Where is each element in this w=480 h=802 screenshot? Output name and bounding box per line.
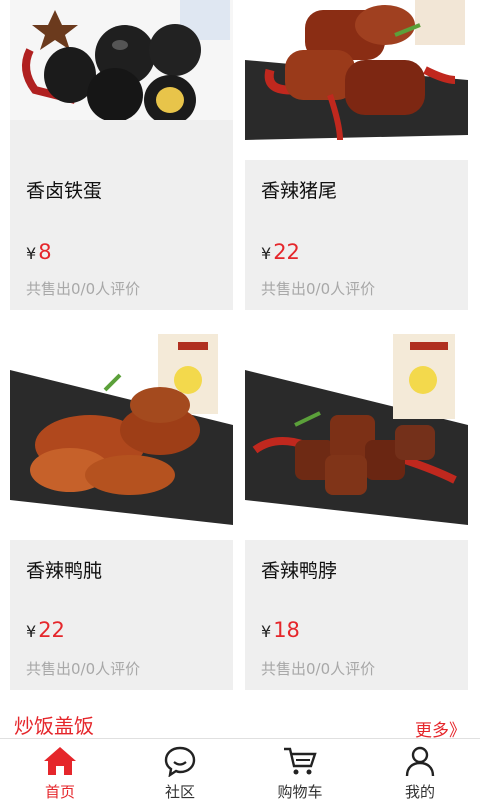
tab-cart[interactable]: 购物车 <box>240 739 360 801</box>
currency-symbol: ¥ <box>26 244 37 263</box>
sales-count: 共售出0/0人评价 <box>261 280 376 298</box>
product-name: 香辣猪尾 <box>261 180 338 202</box>
product-name: 香辣鸭肫 <box>26 560 103 582</box>
product-image-duck-neck <box>245 330 468 540</box>
price-value: 22 <box>273 240 300 264</box>
tab-mine[interactable]: 我的 <box>360 739 480 801</box>
product-price: ¥18 <box>261 618 300 642</box>
product-card-duck-neck[interactable]: 香辣鸭脖 ¥18 共售出0/0人评价 <box>245 330 468 690</box>
tab-home[interactable]: 首页 <box>0 739 120 801</box>
product-price: ¥22 <box>261 240 300 264</box>
sales-count: 共售出0/0人评价 <box>26 280 141 298</box>
home-icon <box>44 747 76 775</box>
product-name: 香辣鸭脖 <box>261 560 338 582</box>
chat-icon <box>164 746 196 777</box>
currency-symbol: ¥ <box>261 622 272 641</box>
product-card-eggs[interactable]: 香卤铁蛋 ¥8 共售出0/0人评价 <box>10 0 233 310</box>
bottom-tab-bar: 首页 社区 购物车 我的 <box>0 738 480 801</box>
user-icon <box>405 746 435 777</box>
currency-symbol: ¥ <box>261 244 272 263</box>
price-value: 18 <box>273 618 300 642</box>
section-title: 炒饭盖饭 <box>14 714 94 738</box>
product-image-duck-gizzard <box>10 330 233 540</box>
product-image-pork-tail <box>245 0 468 160</box>
product-card-duck-gizzard[interactable]: 香辣鸭肫 ¥22 共售出0/0人评价 <box>10 330 233 690</box>
product-price: ¥8 <box>26 240 52 264</box>
sales-count: 共售出0/0人评价 <box>261 660 376 678</box>
tab-label: 社区 <box>164 783 195 801</box>
tab-label: 购物车 <box>277 783 323 801</box>
tab-label: 我的 <box>404 783 435 801</box>
product-price: ¥22 <box>26 618 65 642</box>
product-name: 香卤铁蛋 <box>26 180 103 202</box>
sales-count: 共售出0/0人评价 <box>26 660 141 678</box>
price-value: 8 <box>38 240 52 264</box>
cart-icon <box>284 747 317 775</box>
price-value: 22 <box>38 618 65 642</box>
tab-label: 首页 <box>44 783 75 801</box>
currency-symbol: ¥ <box>26 622 37 641</box>
product-card-pork-tail[interactable]: 香辣猪尾 ¥22 共售出0/0人评价 <box>245 0 468 310</box>
tab-community[interactable]: 社区 <box>120 739 240 801</box>
product-image-eggs <box>10 0 233 160</box>
section-header: 炒饭盖饭 更多》 <box>0 700 480 741</box>
